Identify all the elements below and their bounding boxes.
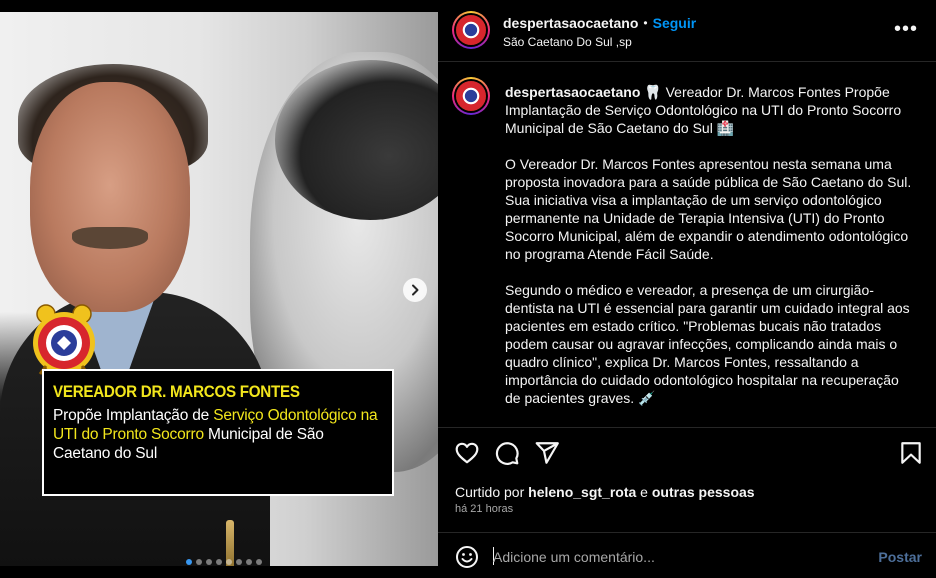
carousel-dot [186, 559, 192, 565]
comment-input[interactable] [493, 546, 863, 568]
post-comment-button[interactable]: Postar [878, 549, 922, 565]
post-media[interactable]: VEREADOR DR. MARCOS FONTES Propõe Implan… [0, 0, 438, 578]
carousel-next-button[interactable] [403, 278, 427, 302]
carousel-dot [206, 559, 212, 565]
chevron-right-icon [412, 284, 419, 296]
post-panel: despertasaocaetano • Seguir São Caetano … [438, 0, 936, 578]
follow-button[interactable]: Seguir [653, 15, 697, 31]
caption-author-avatar[interactable] [452, 77, 490, 115]
carousel-dot [196, 559, 202, 565]
man-mustache [72, 227, 148, 249]
caption-paragraph: O Vereador Dr. Marcos Fontes apresentou … [505, 156, 912, 262]
overlay-text: Propõe Implantação de Serviço Odontológi… [53, 407, 378, 462]
carousel-dot [246, 559, 252, 565]
carousel-indicator [186, 559, 262, 565]
more-options-icon[interactable]: ••• [894, 18, 918, 41]
alarm-clock-logo-icon [33, 304, 95, 375]
carousel-dot [216, 559, 222, 565]
caption-paragraph: Segundo o médico e vereador, a presença … [505, 282, 910, 406]
post-location[interactable]: São Caetano Do Sul ,sp [503, 35, 632, 49]
caption-username[interactable]: despertasaocaetano [505, 84, 640, 100]
liked-by-text: Curtido por heleno_sgt_rota e outras pes… [455, 484, 755, 500]
action-bar [438, 428, 936, 476]
emoji-icon[interactable] [455, 545, 479, 569]
carousel-dot [236, 559, 242, 565]
bookmark-icon[interactable] [898, 440, 924, 466]
post-header: despertasaocaetano • Seguir São Caetano … [438, 0, 936, 62]
author-username[interactable]: despertasaocaetano [503, 15, 638, 31]
liked-by-others[interactable]: outras pessoas [652, 484, 755, 500]
carousel-dot [226, 559, 232, 565]
post-timestamp[interactable]: há 21 horas [455, 503, 513, 515]
separator-dot: • [643, 16, 648, 30]
caption-text: despertasaocaetano 🦷 Vereador Dr. Marcos… [505, 83, 917, 425]
liked-by-user[interactable]: heleno_sgt_rota [528, 484, 636, 500]
image-overlay-caption: VEREADOR DR. MARCOS FONTES Propõe Implan… [42, 369, 394, 496]
caption-section: despertasaocaetano 🦷 Vereador Dr. Marcos… [438, 63, 936, 428]
comment-icon[interactable] [494, 440, 520, 466]
man-face [30, 82, 190, 312]
share-icon[interactable] [534, 440, 560, 466]
heart-icon[interactable] [454, 440, 480, 466]
overlay-title: VEREADOR DR. MARCOS FONTES [53, 383, 300, 401]
carousel-dot [256, 559, 262, 565]
comment-bar: Postar [438, 532, 936, 578]
author-avatar[interactable] [452, 11, 490, 49]
